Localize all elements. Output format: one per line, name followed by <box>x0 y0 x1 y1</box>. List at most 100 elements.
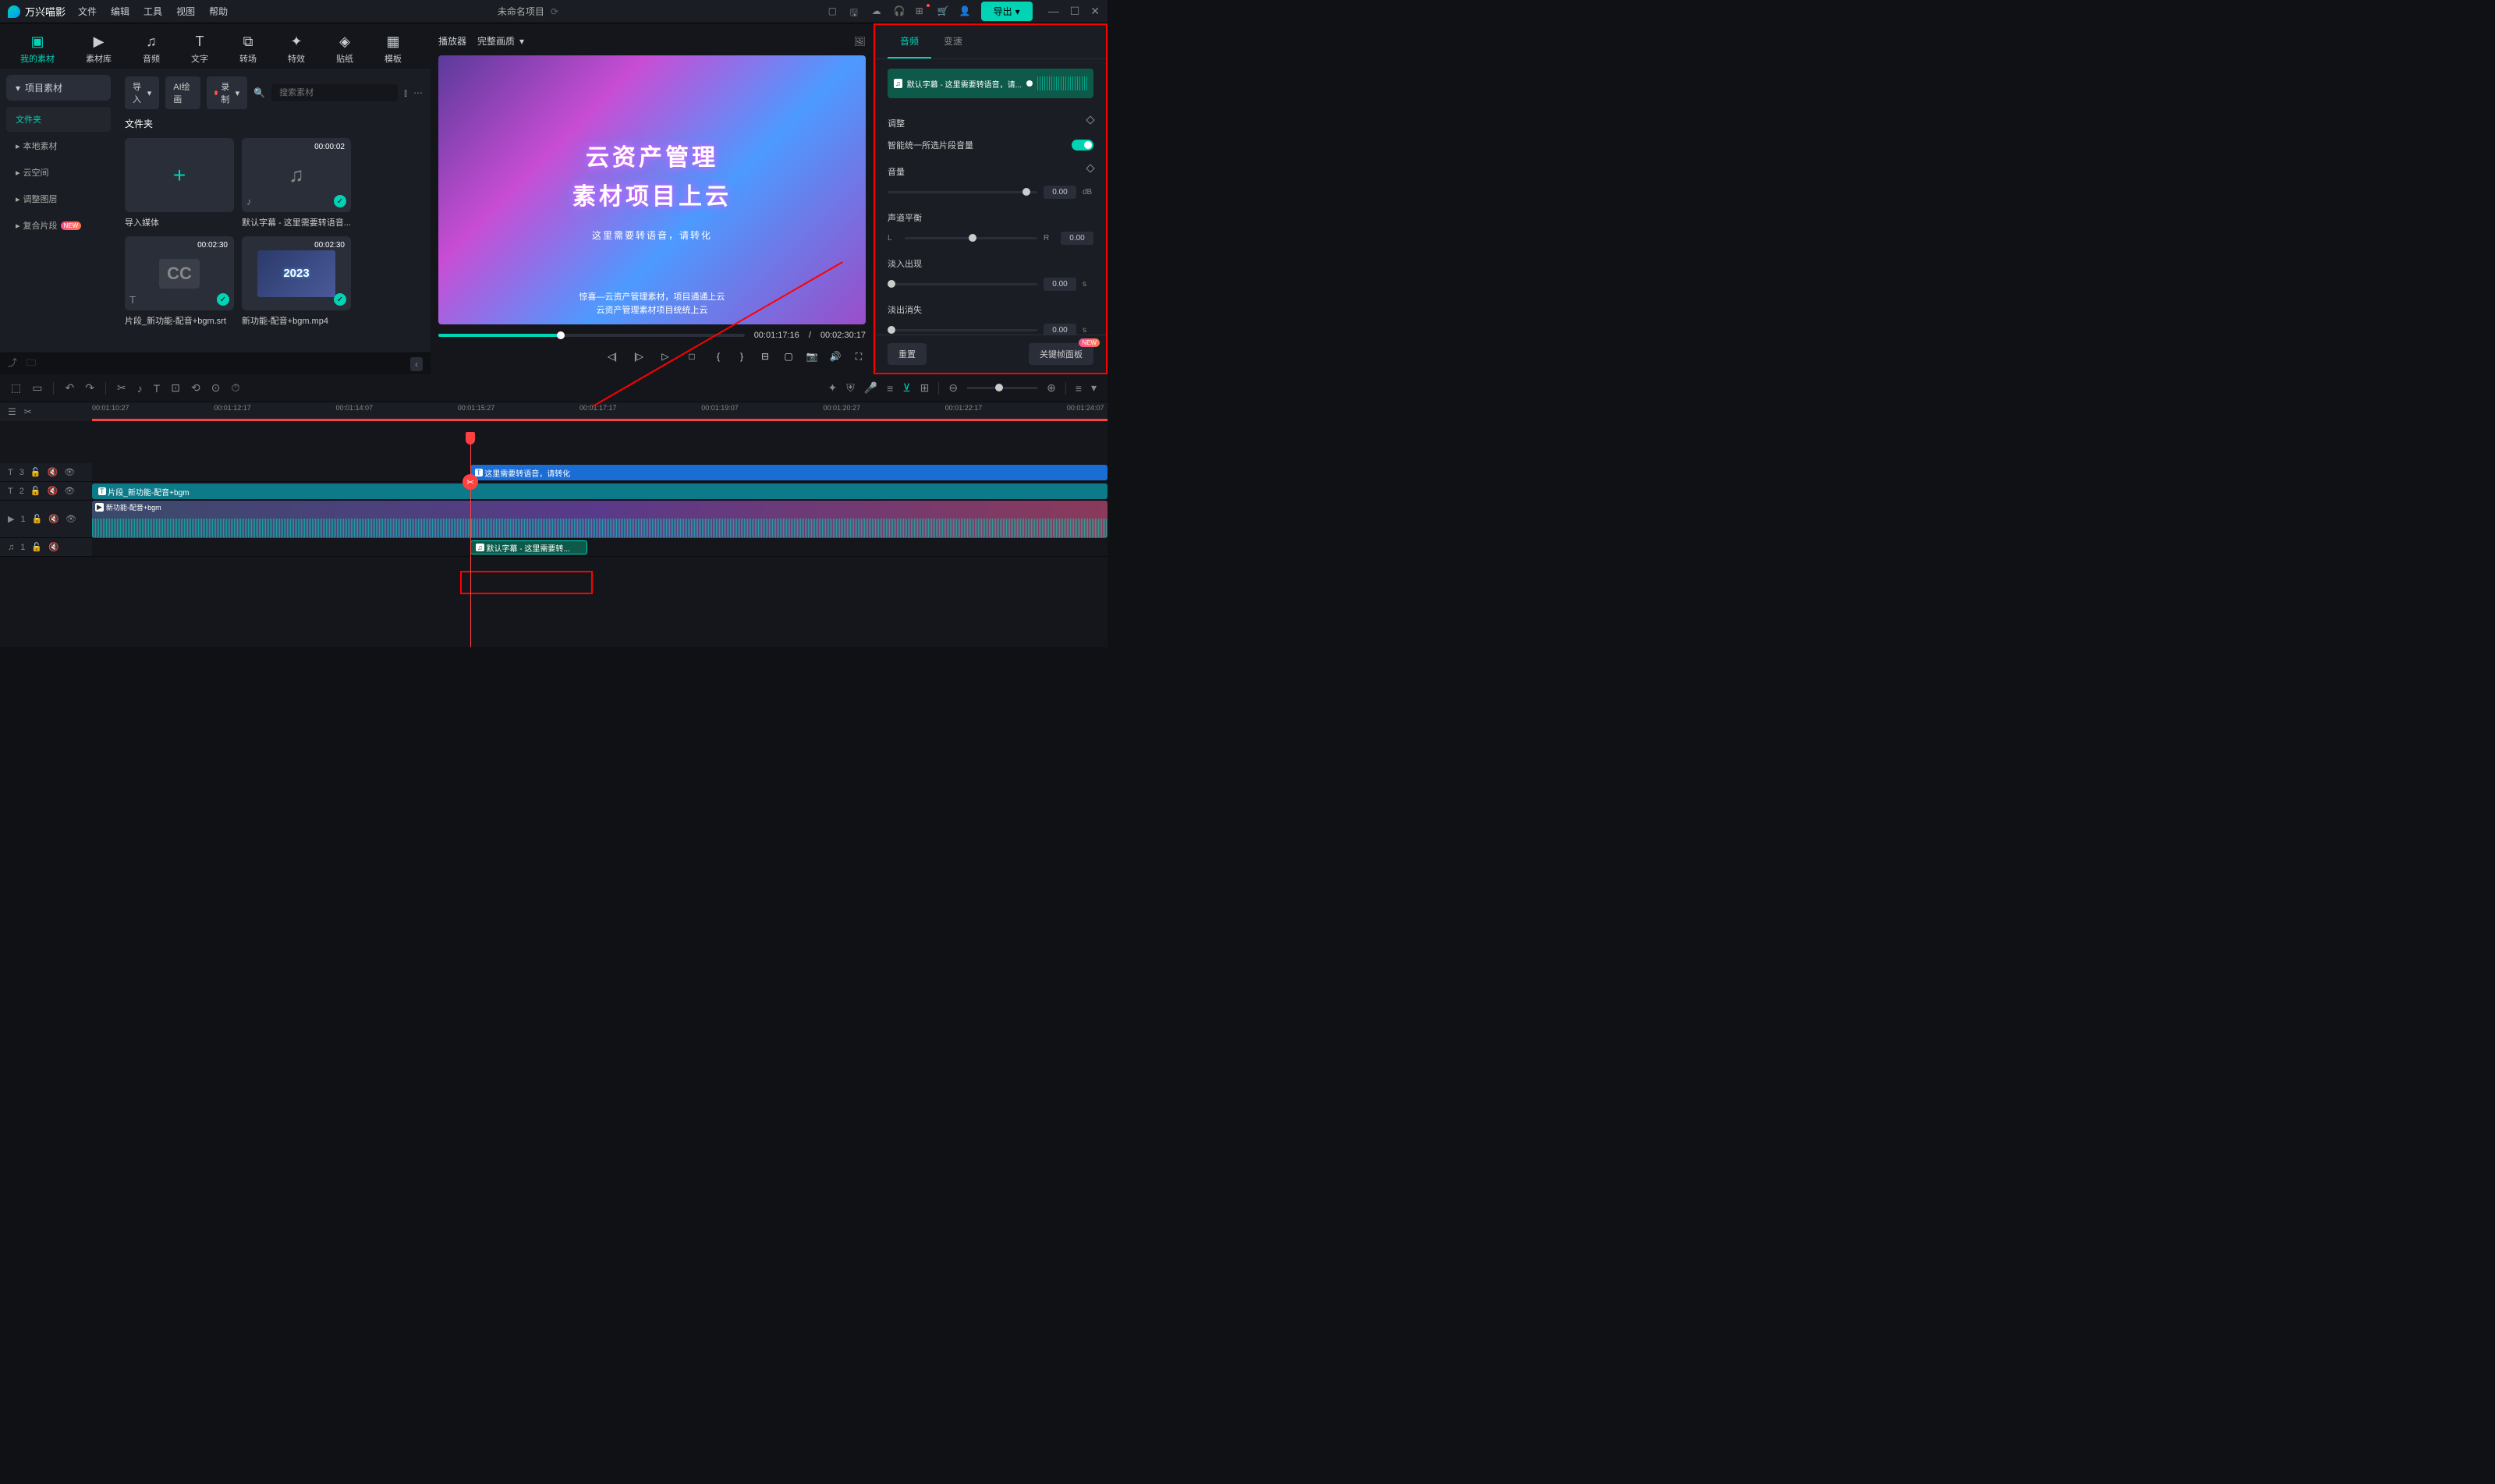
tab-effects[interactable]: ✦特效 <box>282 30 311 68</box>
unify-toggle[interactable] <box>1072 140 1093 151</box>
sidebar-item-cloud[interactable]: ▸云空间 <box>6 160 111 185</box>
save-icon[interactable]: 🖫 <box>850 5 863 18</box>
export-button[interactable]: 导出 ▾ <box>981 2 1033 21</box>
eq-icon[interactable]: ≡ <box>887 382 893 395</box>
undo-button[interactable]: ↶ <box>65 381 74 395</box>
camera-icon[interactable]: 📷 <box>805 349 819 363</box>
quality-select[interactable]: 完整画质 ▾ <box>477 34 524 48</box>
asset-video-card[interactable]: 00:02:30 2023 ✓ <box>242 236 351 310</box>
eye-icon[interactable]: 👁 <box>66 514 76 524</box>
fadeout-slider[interactable] <box>888 329 1037 331</box>
eye-icon[interactable]: 👁 <box>64 467 75 477</box>
text-clip[interactable]: T 这里需要转语音，请转化 <box>470 465 1108 480</box>
mute-icon[interactable]: 🔇 <box>48 542 59 552</box>
keyframe-panel-button[interactable]: 关键帧面板NEW <box>1029 343 1093 365</box>
tab-audio-props[interactable]: 音频 <box>888 25 931 58</box>
sidebar-item-folder[interactable]: 文件夹 <box>6 107 111 132</box>
select-tool[interactable]: ▭ <box>32 381 42 395</box>
sidebar-item-adjust[interactable]: ▸调整图层 <box>6 186 111 211</box>
prev-frame-button[interactable]: ◁| <box>605 349 619 363</box>
menu-tools[interactable]: 工具 <box>144 5 162 18</box>
scissors-icon[interactable]: ✂ <box>462 474 478 490</box>
record-button[interactable]: 录制 ▾ <box>207 76 247 109</box>
image-icon[interactable]: 🖼 <box>854 36 866 47</box>
timer-tool[interactable]: ⏱ <box>231 381 239 395</box>
cursor-tool[interactable]: ⬚ <box>11 381 21 395</box>
tab-template[interactable]: ▦模板 <box>378 30 408 68</box>
ai-draw-button[interactable]: AI绘画 <box>165 76 200 109</box>
ratio-icon[interactable]: ⊟ <box>758 349 772 363</box>
step-back-button[interactable]: |▷ <box>632 349 646 363</box>
tab-audio[interactable]: ♫音频 <box>136 30 166 68</box>
eye-icon[interactable]: 👁 <box>64 486 75 496</box>
lock-icon[interactable]: 🔓 <box>30 467 41 477</box>
asset-srt-card[interactable]: 00:02:30 CC T ✓ <box>125 236 234 310</box>
menu-edit[interactable]: 编辑 <box>111 5 129 18</box>
zoom-in-button[interactable]: ⊕ <box>1047 381 1056 395</box>
lock-icon[interactable]: 🔓 <box>30 486 41 496</box>
search-input[interactable] <box>271 84 398 101</box>
brace-open-icon[interactable]: { <box>711 349 725 363</box>
brace-close-icon[interactable]: } <box>735 349 749 363</box>
tab-transition[interactable]: ⧉转场 <box>233 30 263 68</box>
zoom-out-button[interactable]: ⊖ <box>948 381 958 395</box>
speed-tool[interactable]: ⊙ <box>211 381 221 395</box>
progress-bar[interactable] <box>438 334 745 337</box>
effects-icon[interactable]: ✦ <box>828 381 838 395</box>
maximize-button[interactable]: ☐ <box>1070 5 1080 18</box>
fullscreen-icon[interactable]: ⛶ <box>852 349 866 363</box>
user-icon[interactable]: 👤 <box>959 5 972 18</box>
apps-icon[interactable]: ⊞ <box>916 5 928 18</box>
import-button[interactable]: 导入 ▾ <box>125 76 159 109</box>
mute-icon[interactable]: 🔇 <box>48 486 58 496</box>
monitor-icon[interactable]: ▢ <box>828 5 841 18</box>
headset-icon[interactable]: 🎧 <box>894 5 906 18</box>
shield-icon[interactable]: ⛨ <box>846 381 855 395</box>
menu-file[interactable]: 文件 <box>78 5 97 18</box>
fadeout-value[interactable]: 0.00 <box>1044 324 1076 335</box>
title-clip[interactable]: T 片段_新功能-配音+bgm <box>92 483 1108 499</box>
menu-view[interactable]: 视图 <box>176 5 195 18</box>
crop-tool[interactable]: ⊡ <box>171 381 180 395</box>
audio-clip[interactable]: ♫ 默认字幕 - 这里需要转... <box>470 540 587 554</box>
share-icon[interactable]: ⤴ <box>8 356 17 372</box>
list-icon[interactable]: ≡ <box>1076 382 1082 395</box>
zoom-slider[interactable] <box>967 387 1037 389</box>
audio-tool[interactable]: ♪ <box>137 382 143 395</box>
keyframe-diamond-icon[interactable] <box>1086 164 1094 172</box>
close-button[interactable]: ✕ <box>1090 5 1100 18</box>
screen-icon[interactable]: ▢ <box>781 349 796 363</box>
rotate-tool[interactable]: ⟲ <box>191 381 200 395</box>
menu-icon[interactable]: ☰ <box>8 406 16 417</box>
import-media-card[interactable]: + <box>125 138 234 212</box>
volume-icon[interactable]: 🔊 <box>828 349 842 363</box>
playhead[interactable]: ✂ <box>470 438 471 647</box>
sidebar-item-local[interactable]: ▸本地素材 <box>6 133 111 158</box>
asset-audio-card[interactable]: 00:00:02 ♫ ♪ ✓ <box>242 138 351 212</box>
volume-value[interactable]: 0.00 <box>1044 186 1076 199</box>
redo-button[interactable]: ↷ <box>85 381 94 395</box>
cart-icon[interactable]: 🛒 <box>937 5 950 18</box>
cut-icon[interactable]: ✂ <box>24 406 32 417</box>
tab-stock[interactable]: ▶素材库 <box>80 30 118 68</box>
sync-icon[interactable]: ⟳ <box>551 6 558 17</box>
grid-icon[interactable]: ⊞ <box>920 381 930 395</box>
lock-icon[interactable]: 🔓 <box>31 542 42 552</box>
fadein-slider[interactable] <box>888 283 1037 285</box>
minimize-button[interactable]: — <box>1048 5 1059 18</box>
chevron-down-icon[interactable]: ▾ <box>1091 381 1097 395</box>
cloud-icon[interactable]: ☁ <box>872 5 884 18</box>
keyframe-diamond-icon[interactable] <box>1086 115 1094 124</box>
filter-icon[interactable]: ⫾ <box>404 87 407 99</box>
progress-dot[interactable] <box>1026 80 1033 87</box>
mute-icon[interactable]: 🔇 <box>48 467 58 477</box>
magnet-icon[interactable]: ⊻ <box>902 381 910 395</box>
volume-slider[interactable] <box>888 191 1037 193</box>
fadein-value[interactable]: 0.00 <box>1044 278 1076 291</box>
mic-icon[interactable]: 🎤 <box>864 381 877 395</box>
tab-text[interactable]: T文字 <box>185 30 214 68</box>
balance-slider[interactable] <box>905 237 1037 239</box>
reset-button[interactable]: 重置 <box>888 343 927 365</box>
collapse-icon[interactable]: ‹ <box>410 357 423 371</box>
sidebar-head[interactable]: ▾项目素材 <box>6 75 111 101</box>
